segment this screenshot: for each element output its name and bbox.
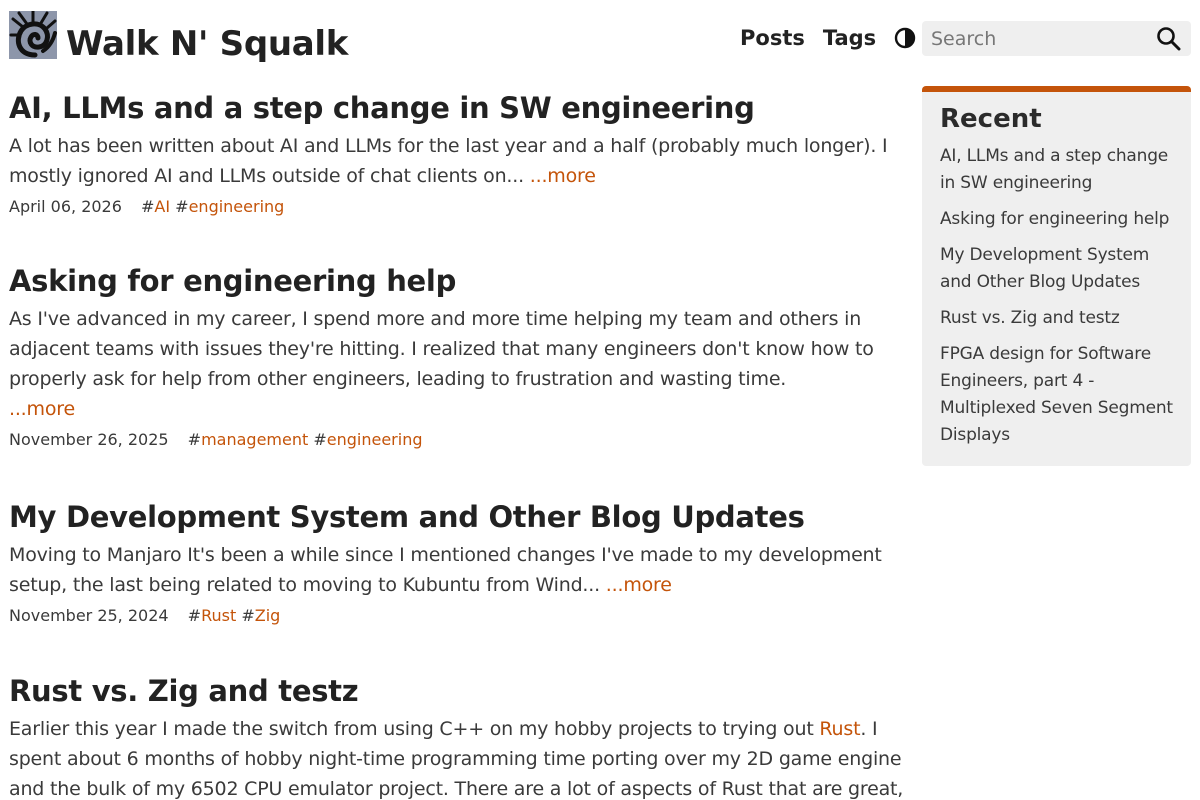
post-item: Rust vs. Zig and testz Earlier this year… (9, 671, 914, 800)
site-logo[interactable] (9, 11, 57, 59)
tag-link[interactable]: Rust (201, 606, 236, 625)
recent-item: Asking for engineering help (940, 206, 1173, 233)
post-title[interactable]: Rust vs. Zig and testz (9, 671, 914, 711)
site-title[interactable]: Walk N' Squalk (66, 24, 348, 64)
post-title[interactable]: My Development System and Other Blog Upd… (9, 497, 914, 537)
search-input[interactable] (922, 21, 1152, 56)
post-date: November 25, 2024 (9, 606, 169, 625)
post-excerpt-text: A lot has been written about AI and LLMs… (9, 135, 888, 187)
recent-link[interactable]: AI, LLMs and a step change in SW enginee… (940, 146, 1168, 193)
read-more-link[interactable]: ...more (530, 165, 596, 187)
search-box (922, 21, 1191, 56)
nav-tags-link[interactable]: Tags (823, 26, 876, 50)
tag-link[interactable]: Zig (255, 606, 281, 625)
post-excerpt: A lot has been written about AI and LLMs… (9, 131, 914, 191)
tag-link[interactable]: AI (154, 197, 170, 216)
post-title[interactable]: AI, LLMs and a step change in SW enginee… (9, 88, 914, 128)
recent-link[interactable]: My Development System and Other Blog Upd… (940, 245, 1149, 292)
recent-list: AI, LLMs and a step change in SW enginee… (940, 143, 1173, 449)
recent-item: Rust vs. Zig and testz (940, 305, 1173, 332)
post-list: AI, LLMs and a step change in SW enginee… (9, 88, 914, 800)
main-nav: Posts Tags (740, 26, 916, 50)
sidebar-title: Recent (940, 104, 1042, 134)
post-excerpt: Earlier this year I made the switch from… (9, 714, 914, 800)
recent-item: My Development System and Other Blog Upd… (940, 242, 1173, 296)
post-excerpt-text: Earlier this year I made the switch from… (9, 718, 820, 740)
site-header: Walk N' Squalk Posts Tags (0, 0, 1200, 80)
rust-link[interactable]: Rust (819, 718, 860, 740)
post-excerpt-text: Moving to Manjaro It's been a while sinc… (9, 544, 882, 596)
read-more-link[interactable]: ...more (9, 398, 75, 420)
post-tag: #management (187, 430, 309, 449)
recent-link[interactable]: FPGA design for Software Engineers, part… (940, 344, 1173, 445)
tag-link[interactable]: engineering (327, 430, 423, 449)
tentacle-logo-icon (9, 11, 57, 59)
recent-link[interactable]: Asking for engineering help (940, 209, 1169, 229)
search-icon[interactable] (1156, 26, 1181, 51)
post-item: AI, LLMs and a step change in SW enginee… (9, 88, 914, 261)
recent-item: AI, LLMs and a step change in SW enginee… (940, 143, 1173, 197)
read-more-link[interactable]: ...more (606, 574, 672, 596)
post-tag: #Zig (241, 606, 281, 625)
post-tag: #Rust (187, 606, 237, 625)
post-tag: #engineering (313, 430, 423, 449)
post-item: My Development System and Other Blog Upd… (9, 497, 914, 671)
post-excerpt: As I've advanced in my career, I spend m… (9, 304, 914, 424)
recent-posts-sidebar: Recent AI, LLMs and a step change in SW … (922, 86, 1191, 466)
recent-link[interactable]: Rust vs. Zig and testz (940, 308, 1120, 328)
post-date: November 26, 2025 (9, 430, 169, 449)
post-date: April 06, 2026 (9, 197, 122, 216)
post-title[interactable]: Asking for engineering help (9, 261, 914, 301)
post-meta: April 06, 2026 #AI #engineering (9, 196, 914, 218)
tag-link[interactable]: engineering (189, 197, 285, 216)
recent-item: FPGA design for Software Engineers, part… (940, 341, 1173, 449)
post-tag: #engineering (175, 197, 285, 216)
post-meta: November 25, 2024 #Rust #Zig (9, 605, 914, 627)
tag-link[interactable]: management (201, 430, 308, 449)
theme-toggle-icon[interactable] (894, 27, 916, 49)
post-excerpt: Moving to Manjaro It's been a while sinc… (9, 540, 914, 600)
post-item: Asking for engineering help As I've adva… (9, 261, 914, 497)
post-tag: #AI (141, 197, 171, 216)
post-meta: November 26, 2025 #management #engineeri… (9, 429, 914, 451)
post-excerpt-text: As I've advanced in my career, I spend m… (9, 308, 874, 390)
nav-posts-link[interactable]: Posts (740, 26, 805, 50)
